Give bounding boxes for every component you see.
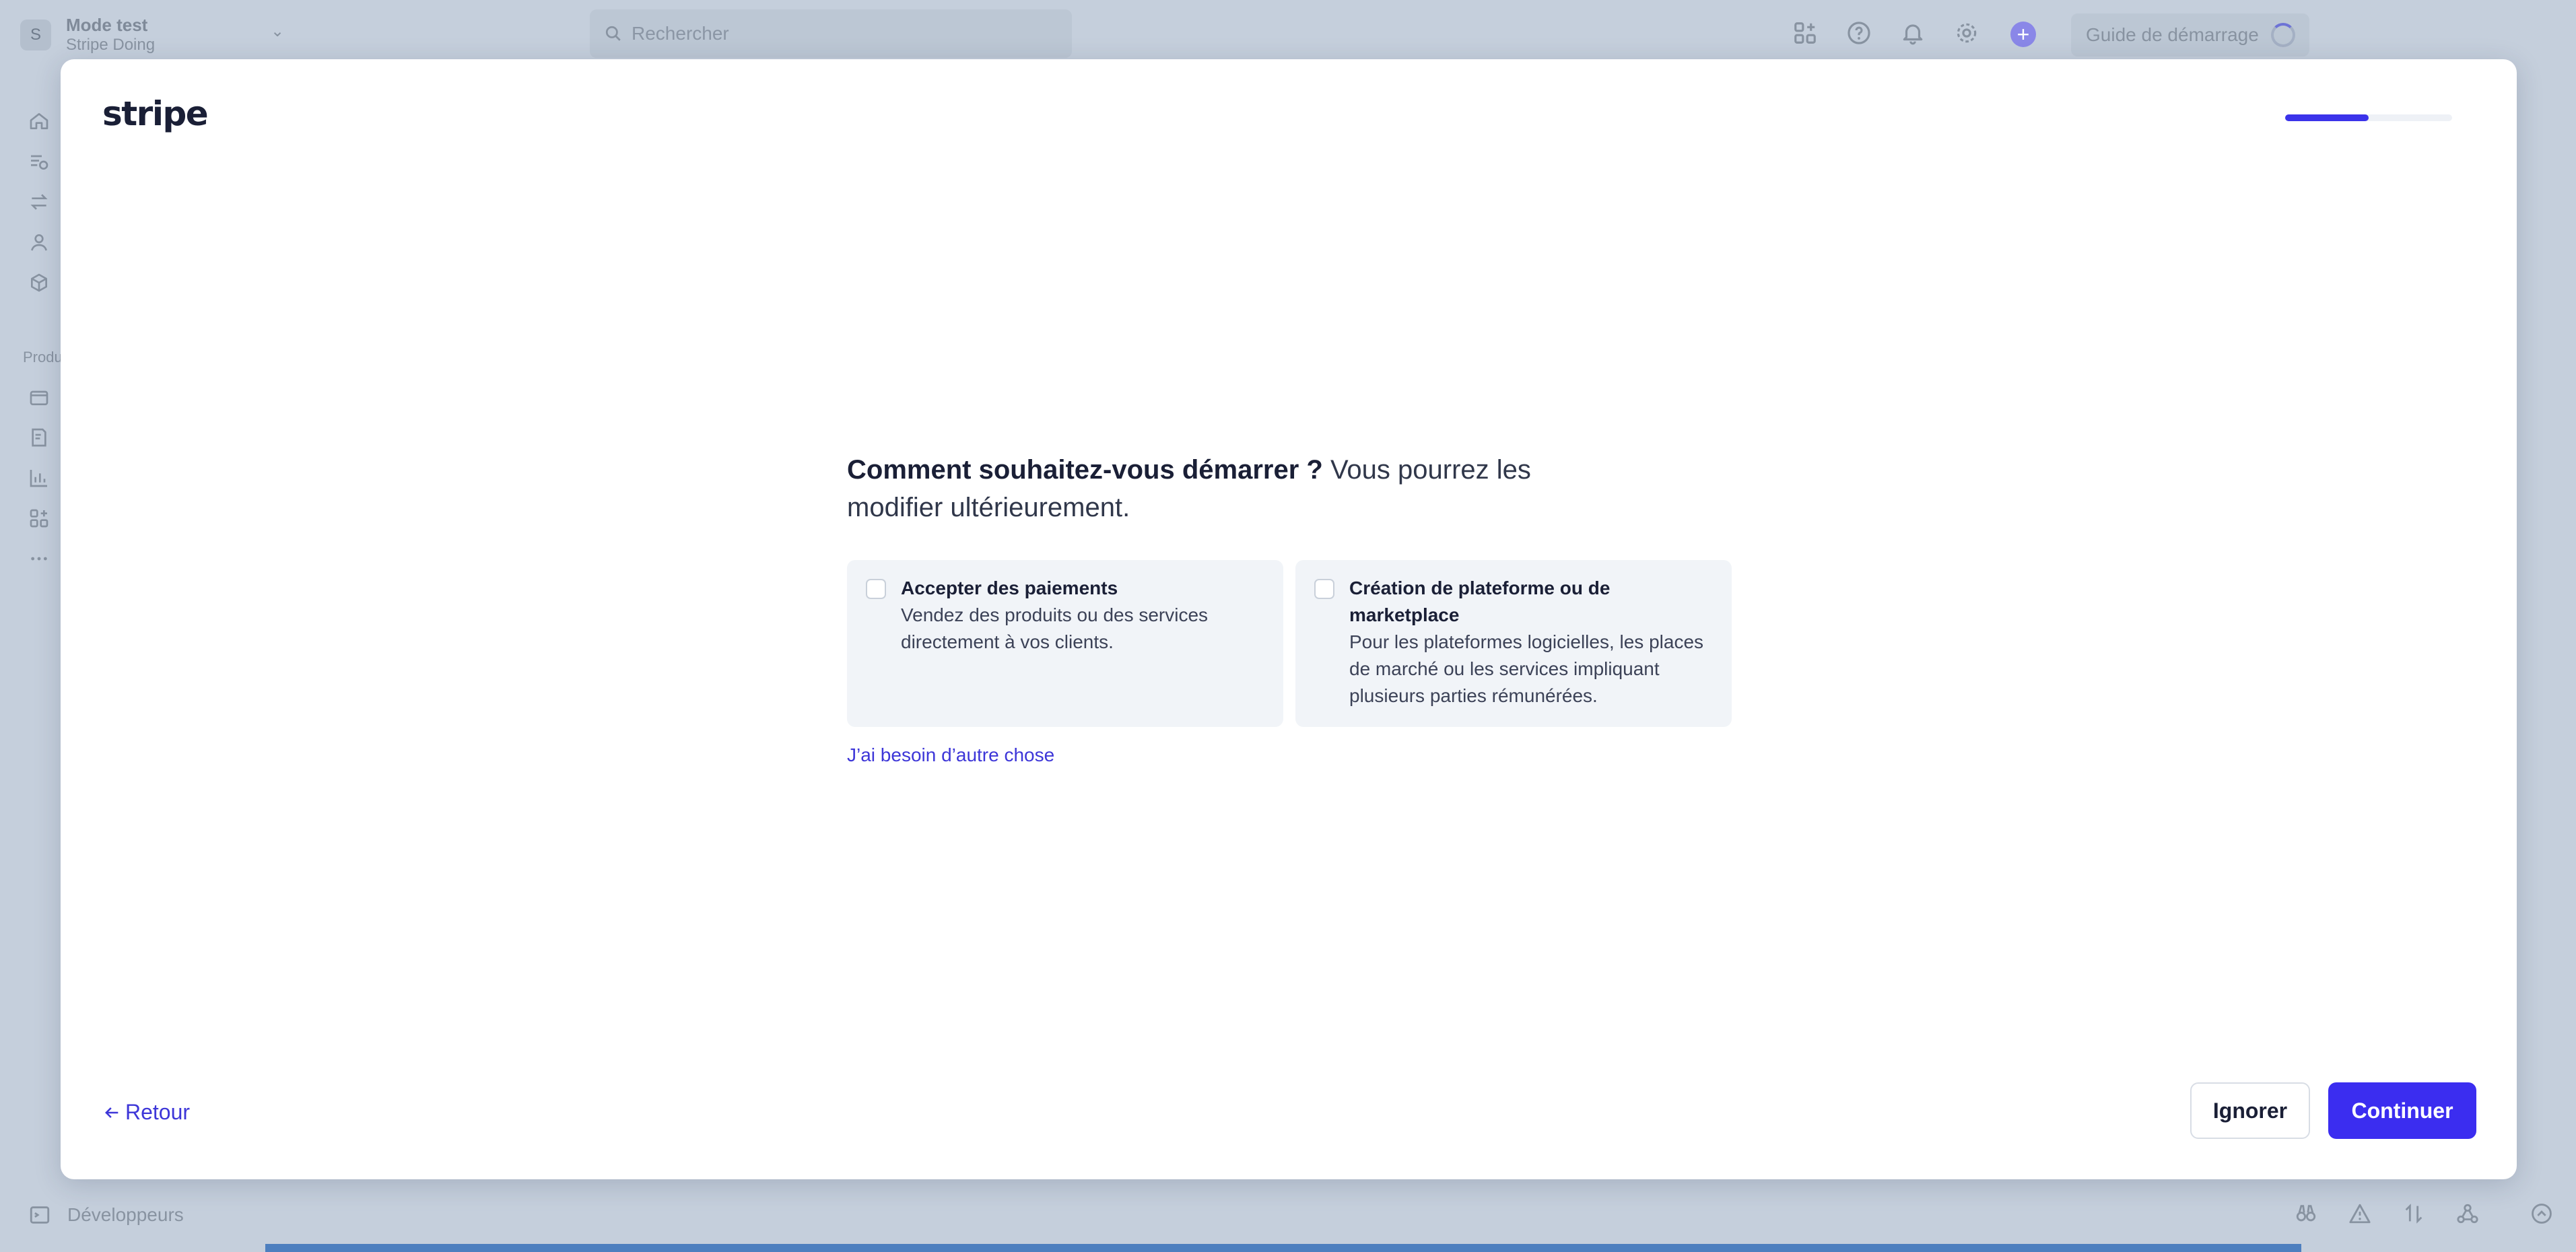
bottom-bar <box>0 1179 2576 1252</box>
create-plus-button[interactable]: + <box>2010 22 2036 47</box>
account-name: Stripe Doing <box>66 36 156 55</box>
top-bar: S Mode test Stripe Doing ⌄ Rechercher + … <box>0 0 2576 59</box>
question-section: Comment souhaitez-vous démarrer ? Vous p… <box>847 451 1736 766</box>
invoices-icon[interactable] <box>28 427 50 448</box>
chevron-up-circle-icon[interactable] <box>2530 1202 2553 1225</box>
binoculars-icon[interactable] <box>2295 1202 2317 1225</box>
transactions-icon[interactable] <box>28 191 50 213</box>
option-checkbox[interactable] <box>866 579 886 599</box>
gear-icon[interactable] <box>1954 20 1979 46</box>
ellipsis-icon[interactable] <box>28 548 50 569</box>
account-mode: Mode test <box>66 15 148 35</box>
option-checkbox[interactable] <box>1314 579 1334 599</box>
account-switcher[interactable]: S Mode test Stripe Doing ⌄ <box>20 15 284 55</box>
something-else-link[interactable]: J’ai besoin d’autre chose <box>847 744 1054 766</box>
apps-icon[interactable] <box>1792 20 1818 46</box>
options-group: Accepter des paiements Vendez des produi… <box>847 560 1736 727</box>
arrow-left-icon <box>105 1107 118 1118</box>
more-apps-icon[interactable] <box>28 508 50 529</box>
home-icon[interactable] <box>28 110 50 132</box>
balances-icon[interactable] <box>28 151 50 172</box>
back-button[interactable]: Retour <box>102 1100 190 1125</box>
progress-bar <box>2285 114 2452 121</box>
webhooks-icon[interactable] <box>2456 1202 2479 1225</box>
search-placeholder: Rechercher <box>632 23 729 44</box>
setup-guide-label: Guide de démarrage <box>2086 24 2259 45</box>
option-platform-marketplace[interactable]: Création de plateforme ou de marketplace… <box>1295 560 1732 727</box>
option-description: Pour les plateformes logicielles, les pl… <box>1349 631 1704 706</box>
search-icon <box>605 26 621 41</box>
sort-arrows-icon[interactable] <box>2402 1202 2425 1225</box>
setup-guide-button[interactable]: Guide de démarrage <box>2071 13 2309 57</box>
customers-icon[interactable] <box>28 232 50 253</box>
account-avatar: S <box>20 19 51 50</box>
back-label: Retour <box>125 1100 191 1124</box>
bottom-accent-strip <box>265 1244 2301 1252</box>
question-bold: Comment souhaitez-vous démarrer ? <box>847 455 1323 485</box>
terminal-icon <box>30 1206 50 1224</box>
option-title: Création de plateforme ou de marketplace <box>1349 578 1611 625</box>
search-input[interactable]: Rechercher <box>590 9 1072 58</box>
progress-ring-icon <box>2270 23 2295 47</box>
product-catalog-icon[interactable] <box>28 272 50 293</box>
bell-icon[interactable] <box>1900 20 1926 46</box>
chevron-down-icon: ⌄ <box>271 22 285 40</box>
wallet-icon[interactable] <box>28 386 50 408</box>
developers-button[interactable]: Développeurs <box>28 1204 184 1226</box>
developers-label: Développeurs <box>67 1204 184 1225</box>
stripe-logo: stripe <box>102 94 209 133</box>
onboarding-modal: stripe Comment souhaitez-vous démarrer ?… <box>61 59 2517 1179</box>
help-icon[interactable] <box>1846 20 1872 46</box>
option-description: Vendez des produits ou des services dire… <box>901 604 1209 652</box>
sidebar-section-label: Produi <box>23 349 66 366</box>
ignore-button[interactable]: Ignorer <box>2190 1082 2310 1139</box>
question-heading: Comment souhaitez-vous démarrer ? Vous p… <box>847 451 1574 526</box>
continue-button[interactable]: Continuer <box>2328 1082 2476 1139</box>
option-title: Accepter des paiements <box>901 578 1118 598</box>
progress-bar-fill <box>2285 114 2369 121</box>
warning-icon[interactable] <box>2348 1202 2371 1225</box>
option-accept-payments[interactable]: Accepter des paiements Vendez des produi… <box>847 560 1283 727</box>
reports-icon[interactable] <box>28 467 50 489</box>
